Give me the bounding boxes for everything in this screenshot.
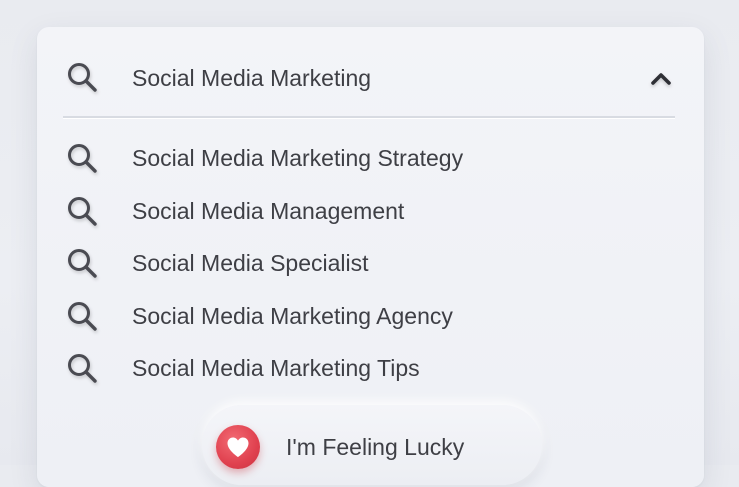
search-dropdown-card: Social Media Marketing Strategy Social M… [37, 27, 704, 487]
suggestion-item[interactable]: Social Media Specialist [37, 236, 704, 289]
suggestion-label: Social Media Marketing Agency [132, 302, 453, 329]
suggestion-label: Social Media Management [132, 197, 405, 224]
search-icon [65, 299, 99, 333]
search-bar [37, 27, 704, 119]
search-icon [65, 60, 99, 94]
suggestion-item[interactable]: Social Media Management [37, 184, 704, 237]
search-icon [65, 194, 99, 228]
chevron-up-icon[interactable] [641, 65, 681, 93]
heart-icon [216, 425, 260, 469]
search-icon [65, 141, 99, 175]
suggestion-label: Social Media Marketing Strategy [132, 145, 464, 171]
search-input[interactable] [132, 61, 612, 95]
suggestion-item[interactable]: Social Media Marketing Tips [37, 341, 704, 394]
suggestion-list: Social Media Marketing Strategy Social M… [37, 131, 704, 394]
suggestion-label: Social Media Marketing Tips [132, 355, 420, 381]
search-icon [65, 246, 99, 280]
suggestion-item[interactable]: Social Media Marketing Strategy [37, 131, 704, 184]
feeling-lucky-button[interactable]: I'm Feeling Lucky [202, 405, 542, 485]
divider [63, 116, 675, 118]
search-icon [65, 351, 99, 385]
suggestion-item[interactable]: Social Media Marketing Agency [37, 289, 704, 342]
feeling-lucky-label: I'm Feeling Lucky [286, 434, 465, 460]
suggestion-label: Social Media Specialist [132, 250, 369, 276]
